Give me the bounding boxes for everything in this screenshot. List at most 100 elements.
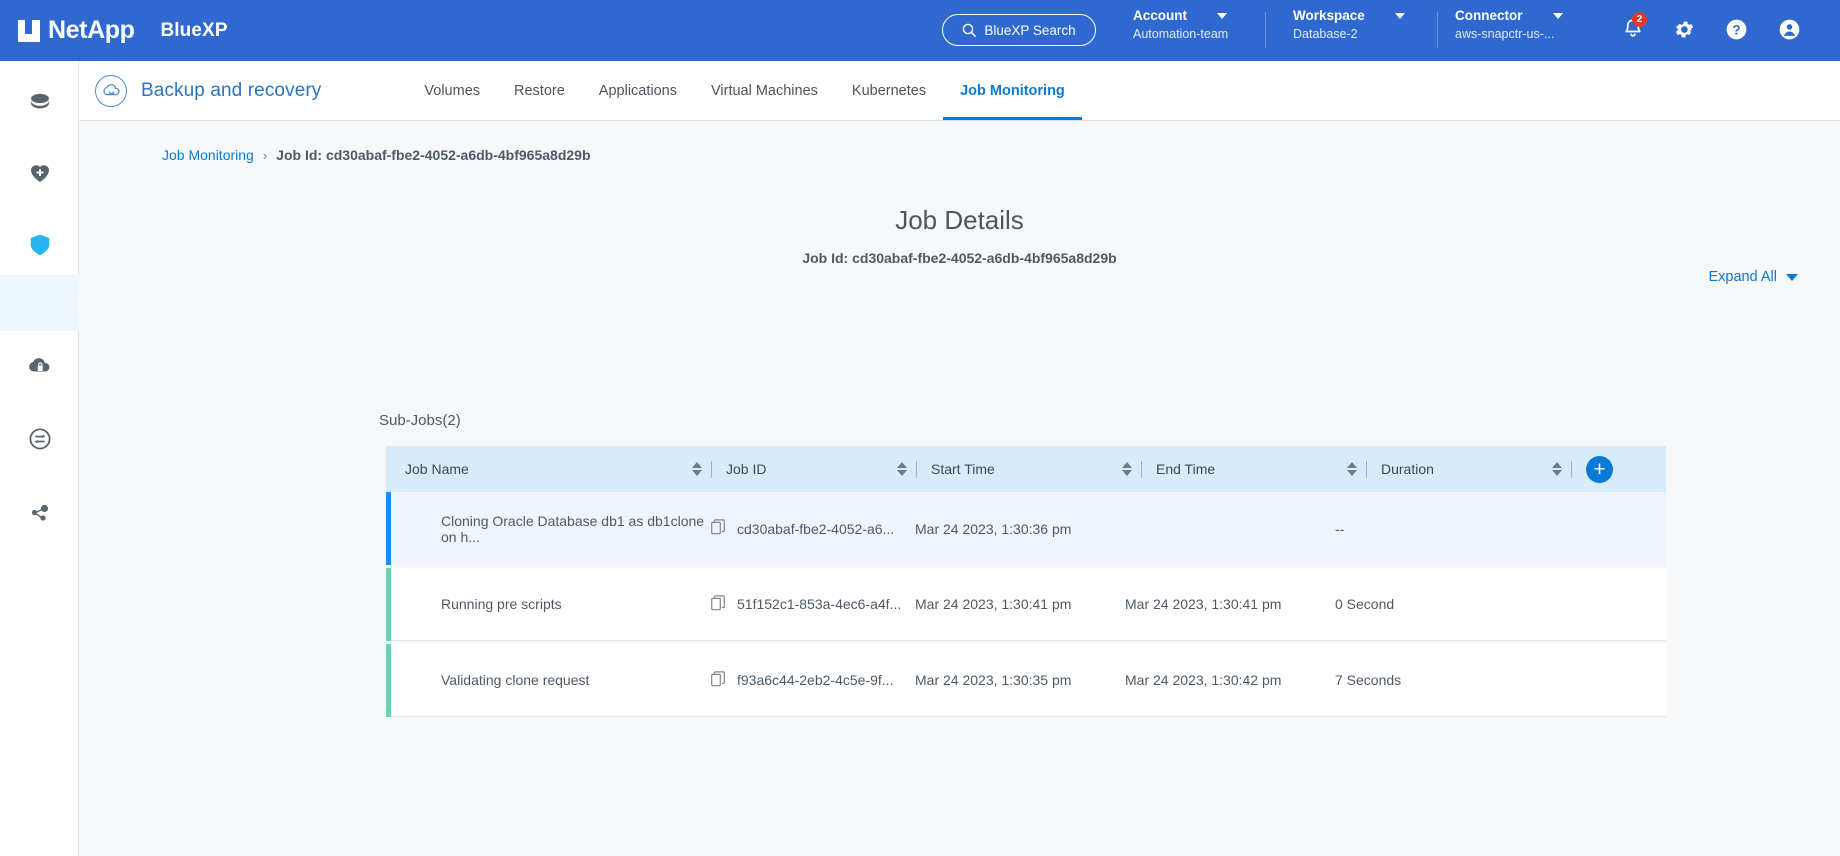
governance-nodes-icon — [28, 501, 52, 530]
health-heart-icon — [28, 161, 52, 190]
expand-all-button[interactable]: Expand All — [1708, 269, 1798, 285]
column-header-job-name[interactable]: Job Name — [386, 446, 711, 492]
top-bar: NetApp BlueXP BlueXP Search Account Auto… — [0, 0, 1840, 61]
table-row[interactable]: Cloning Oracle Database db1 as db1clone … — [386, 492, 1666, 565]
sub-jobs-table: Job Name Job ID Start Time End Time Dura… — [386, 446, 1666, 717]
sort-toggle-job-id[interactable] — [897, 462, 907, 476]
cell-start-time: Mar 24 2023, 1:30:36 pm — [915, 492, 1125, 565]
table-header-row: Job Name Job ID Start Time End Time Dura… — [386, 446, 1666, 492]
chevron-right-icon: › — [263, 148, 267, 163]
sidebar-item-storage[interactable] — [0, 75, 79, 131]
workspace-value: Database-2 — [1293, 27, 1405, 41]
bluexp-search-button[interactable]: BlueXP Search — [942, 14, 1096, 46]
left-nav-rail — [0, 61, 79, 856]
backup-cloud-icon — [95, 75, 127, 107]
header-divider-1 — [1265, 12, 1266, 48]
breadcrumb-current: Job Id: cd30abaf-fbe2-4052-a6db-4bf965a8… — [276, 147, 590, 163]
sort-toggle-duration[interactable] — [1552, 462, 1562, 476]
product-name: BlueXP — [160, 20, 227, 42]
cell-end-time: Mar 24 2023, 1:30:41 pm — [1125, 568, 1335, 641]
copy-icon[interactable] — [711, 595, 725, 614]
notification-count-badge: 2 — [1632, 12, 1647, 27]
cell-start-time: Mar 24 2023, 1:30:35 pm — [915, 644, 1125, 717]
cell-job-id: 51f152c1-853a-4ec6-a4f... — [711, 568, 915, 641]
cell-start-time: Mar 24 2023, 1:30:41 pm — [915, 568, 1125, 641]
app-title: Backup and recovery — [141, 80, 321, 102]
sync-refresh-icon — [28, 427, 52, 456]
search-icon — [962, 23, 976, 37]
page-subtitle-job-id: Job Id: cd30abaf-fbe2-4052-a6db-4bf965a8… — [79, 250, 1840, 266]
cell-job-id: cd30abaf-fbe2-4052-a6... — [711, 492, 915, 565]
sort-toggle-job-name[interactable] — [692, 462, 702, 476]
column-divider — [916, 461, 917, 478]
column-header-start-time[interactable]: Start Time — [931, 446, 1141, 492]
breadcrumb-root-link[interactable]: Job Monitoring — [162, 147, 254, 163]
column-header-end-time[interactable]: End Time — [1156, 446, 1366, 492]
column-header-duration[interactable]: Duration — [1381, 446, 1571, 492]
header-divider-2 — [1437, 12, 1438, 48]
search-label: BlueXP Search — [984, 23, 1075, 38]
tab-volumes[interactable]: Volumes — [407, 61, 497, 120]
storage-icon — [27, 90, 53, 117]
column-divider — [711, 461, 712, 478]
workspace-selector[interactable]: Workspace Database-2 — [1293, 8, 1405, 41]
column-header-job-id[interactable]: Job ID — [726, 446, 916, 492]
sidebar-item-protection[interactable] — [0, 219, 79, 275]
sub-jobs-count-label: Sub-Jobs(2) — [379, 412, 461, 429]
cell-duration: -- — [1335, 492, 1525, 565]
sidebar-item-health[interactable] — [0, 147, 79, 203]
tab-applications[interactable]: Applications — [582, 61, 694, 120]
chevron-down-icon — [1553, 13, 1563, 19]
cell-job-id: f93a6c44-2eb2-4c5e-9f... — [711, 644, 915, 717]
table-row[interactable]: Validating clone request f93a6c44-2eb2-4… — [386, 644, 1666, 717]
column-divider — [1571, 461, 1572, 478]
sidebar-item-governance[interactable] — [0, 487, 79, 543]
account-label: Account — [1133, 8, 1187, 23]
main-tabs: Volumes Restore Applications Virtual Mac… — [407, 61, 1081, 120]
table-row[interactable]: Running pre scripts 51f152c1-853a-4ec6-a… — [386, 568, 1666, 641]
column-label: Duration — [1381, 461, 1552, 477]
chevron-down-icon — [1395, 13, 1405, 19]
sidebar-item-sync[interactable] — [0, 413, 79, 469]
cell-job-name: Validating clone request — [386, 644, 711, 717]
protection-shield-icon — [29, 233, 51, 262]
tab-restore[interactable]: Restore — [497, 61, 582, 120]
column-label: Job ID — [726, 461, 897, 477]
sidebar-item-cloud-security[interactable] — [0, 339, 79, 395]
row-status-indicator — [386, 568, 391, 641]
cell-duration: 0 Second — [1335, 568, 1525, 641]
copy-icon[interactable] — [711, 519, 725, 538]
copy-icon[interactable] — [711, 671, 725, 690]
help-question-icon[interactable]: ? — [1725, 18, 1748, 46]
cell-job-name: Cloning Oracle Database db1 as db1clone … — [386, 492, 711, 565]
app-header: Backup and recovery Volumes Restore Appl… — [79, 61, 1840, 121]
job-id-text: f93a6c44-2eb2-4c5e-9f... — [737, 672, 893, 688]
brand-name: NetApp — [48, 16, 134, 45]
column-divider — [1141, 461, 1142, 478]
column-label: Job Name — [405, 461, 692, 477]
sort-toggle-start-time[interactable] — [1122, 462, 1132, 476]
tab-kubernetes[interactable]: Kubernetes — [835, 61, 943, 120]
svg-text:?: ? — [1732, 22, 1740, 37]
user-account-icon[interactable] — [1778, 18, 1801, 46]
cloud-lock-icon — [27, 354, 53, 381]
add-column-button[interactable]: + — [1586, 456, 1613, 483]
account-selector[interactable]: Account Automation-team — [1133, 8, 1228, 41]
cell-job-name: Running pre scripts — [386, 568, 711, 641]
tab-virtual-machines[interactable]: Virtual Machines — [694, 61, 835, 120]
row-status-indicator — [386, 644, 391, 717]
connector-label: Connector — [1455, 8, 1523, 23]
tab-job-monitoring[interactable]: Job Monitoring — [943, 61, 1082, 120]
chevron-down-icon — [1217, 13, 1227, 19]
connector-selector[interactable]: Connector aws-snapctr-us-... — [1455, 8, 1563, 41]
column-label: Start Time — [931, 461, 1122, 477]
column-label: End Time — [1156, 461, 1347, 477]
notifications-bell-icon[interactable]: 2 — [1622, 18, 1644, 46]
sidebar-item-active-indicator[interactable] — [0, 275, 79, 331]
settings-gear-icon[interactable] — [1673, 18, 1696, 46]
main-content: Job Monitoring › Job Id: cd30abaf-fbe2-4… — [79, 121, 1840, 856]
netapp-logo[interactable]: NetApp — [18, 16, 134, 45]
connector-value: aws-snapctr-us-... — [1455, 27, 1563, 41]
sort-toggle-end-time[interactable] — [1347, 462, 1357, 476]
page-title: Job Details — [79, 205, 1840, 236]
